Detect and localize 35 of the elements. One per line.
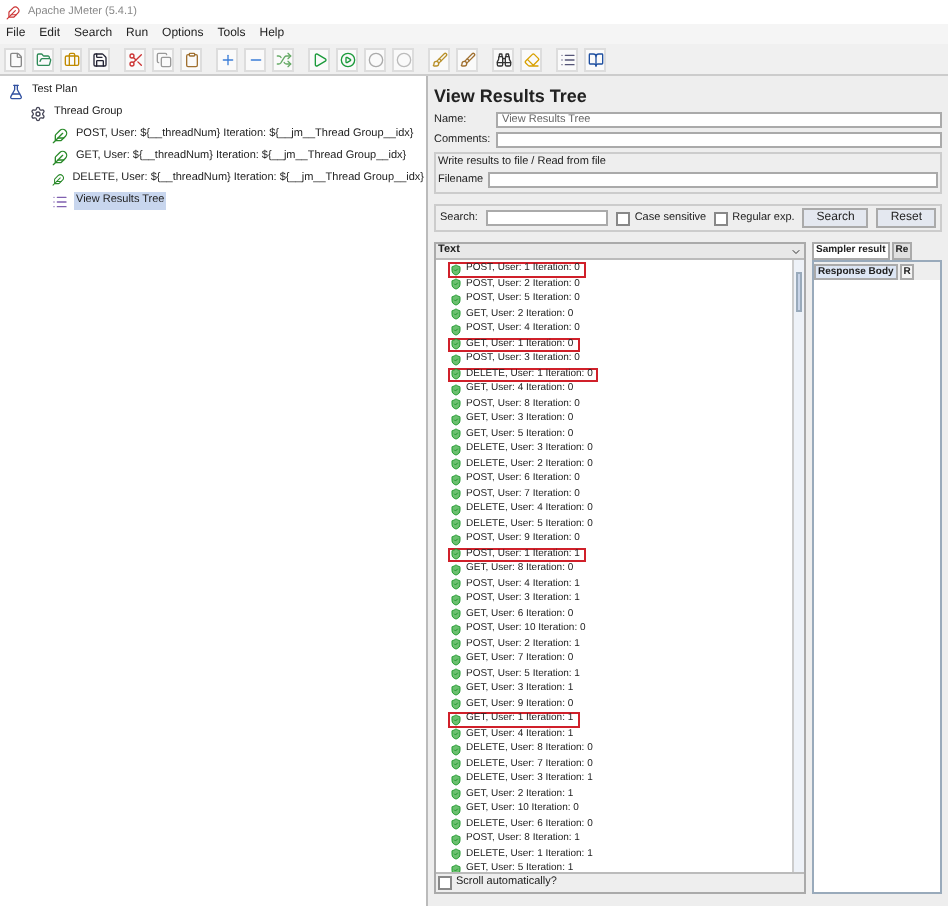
- search-button[interactable]: [492, 47, 514, 71]
- checkbox[interactable]: [714, 211, 729, 225]
- clipboard-icon: [183, 51, 199, 67]
- new-file-button[interactable]: [4, 47, 26, 71]
- dropdown-icon[interactable]: [790, 245, 802, 257]
- filename-field[interactable]: [487, 172, 938, 188]
- start-icon: [311, 51, 327, 67]
- folder-icon: [35, 51, 51, 67]
- shutdown-icon: [395, 51, 411, 67]
- cut-button[interactable]: [124, 47, 146, 71]
- save-icon: [91, 51, 107, 67]
- copy-button[interactable]: [152, 47, 174, 71]
- briefcase-icon: [63, 51, 79, 67]
- start-button[interactable]: [308, 47, 330, 71]
- stop-icon: [367, 51, 383, 67]
- save-button[interactable]: [88, 47, 110, 71]
- collapse-button[interactable]: [244, 47, 266, 71]
- copy-icon: [155, 51, 171, 67]
- new-file-icon: [7, 51, 23, 67]
- cut-icon: [127, 51, 143, 67]
- stop-button[interactable]: [364, 47, 386, 71]
- checkbox[interactable]: [616, 211, 631, 225]
- folder-button[interactable]: [32, 47, 54, 71]
- expand-icon: [219, 51, 235, 67]
- comments-field[interactable]: [496, 132, 942, 148]
- help-icon: [587, 51, 603, 67]
- clipboard-button[interactable]: [180, 47, 202, 71]
- scrollbar[interactable]: [792, 260, 804, 872]
- checkbox[interactable]: [438, 876, 452, 890]
- shutdown-button[interactable]: [392, 47, 414, 71]
- panel-title: View Results Tree: [434, 84, 589, 110]
- expand-button[interactable]: [216, 47, 238, 71]
- help-button[interactable]: [584, 47, 606, 71]
- search-icon: [495, 51, 511, 67]
- search-field[interactable]: [485, 210, 609, 226]
